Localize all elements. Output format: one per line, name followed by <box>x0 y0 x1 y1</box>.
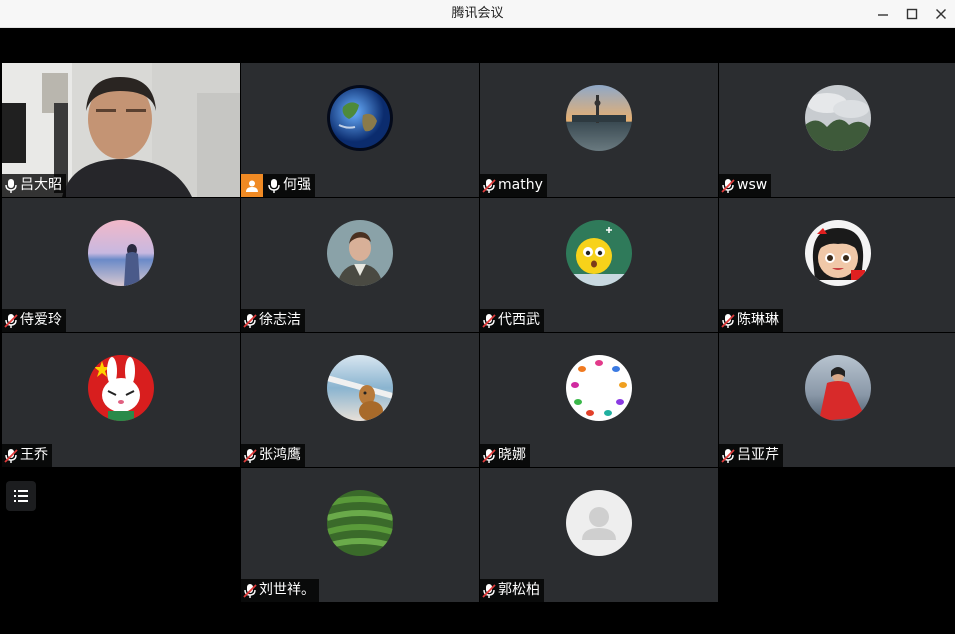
meeting-window: 腾讯会议 吕大昭 何强 mathy wsw 侍爱玲 徐志洁 代西武 陈琳琳 王乔… <box>0 0 955 634</box>
participant-avatar <box>88 220 154 286</box>
participant-tile-4[interactable]: 侍爱玲 <box>2 198 240 332</box>
woman-red-scarf-avatar-image <box>805 355 871 421</box>
participant-namebar: wsw <box>719 174 772 197</box>
microphone-muted-icon <box>721 448 735 463</box>
butterfly-ring-avatar-image <box>566 355 632 421</box>
close-icon <box>936 9 946 19</box>
participant-name: 王乔 <box>20 447 48 463</box>
participant-avatar <box>566 85 632 151</box>
participant-avatar <box>566 355 632 421</box>
participant-name: 晓娜 <box>498 447 526 463</box>
participant-name: 侍爱玲 <box>20 312 62 328</box>
participant-tile-2[interactable]: mathy <box>480 63 718 197</box>
participant-namebar: 晓娜 <box>480 444 530 467</box>
participant-avatar <box>327 85 393 151</box>
microphone-muted-icon <box>4 448 18 463</box>
host-person-icon <box>246 180 258 192</box>
participant-tile-5[interactable]: 徐志洁 <box>241 198 479 332</box>
participant-tile-13[interactable]: 郭松柏 <box>480 468 718 602</box>
participant-name: 张鸿鹰 <box>259 447 301 463</box>
participant-tile-12[interactable]: 刘世祥。 <box>241 468 479 602</box>
maximize-icon <box>906 8 918 20</box>
participant-name: wsw <box>737 177 768 193</box>
participant-tile-11[interactable]: 吕亚芹 <box>719 333 955 467</box>
microphone-icon <box>268 178 280 193</box>
city-sunset-avatar-image <box>566 85 632 151</box>
participant-avatar <box>805 220 871 286</box>
participant-avatar <box>805 85 871 151</box>
microphone-muted-icon <box>243 313 257 328</box>
participant-name: 徐志洁 <box>259 312 301 328</box>
microphone-muted-icon <box>482 313 496 328</box>
microphone-muted-icon <box>721 178 735 193</box>
participant-tile-1[interactable]: 何强 <box>241 63 479 197</box>
mountain-clouds-avatar-image <box>805 85 871 151</box>
tea-field-avatar-image <box>327 490 393 556</box>
participant-namebar: 徐志洁 <box>241 309 305 332</box>
microphone-muted-icon <box>482 448 496 463</box>
maximize-button[interactable] <box>899 4 925 24</box>
participant-name: 吕大昭 <box>20 177 62 193</box>
participant-avatar <box>327 220 393 286</box>
microphone-icon <box>5 178 17 193</box>
participant-name: mathy <box>498 177 543 193</box>
rabbit-flag-avatar-image <box>88 355 154 421</box>
participant-tile-8[interactable]: 王乔 <box>2 333 240 467</box>
participant-name: 吕亚芹 <box>737 447 779 463</box>
participant-tile-6[interactable]: 代西武 <box>480 198 718 332</box>
title-bar: 腾讯会议 <box>0 0 955 28</box>
participant-avatar <box>805 355 871 421</box>
man-suit-avatar-image <box>327 220 393 286</box>
window-title: 腾讯会议 <box>451 6 504 21</box>
participant-name: 陈琳琳 <box>737 312 779 328</box>
minimize-button[interactable] <box>870 4 896 24</box>
participant-tile-10[interactable]: 晓娜 <box>480 333 718 467</box>
participant-namebar: 郭松柏 <box>480 579 544 602</box>
microphone-muted-icon <box>4 313 18 328</box>
participant-avatar <box>566 490 632 556</box>
participant-name: 何强 <box>283 177 311 193</box>
cartoon-girl-avatar-image <box>805 220 871 286</box>
participant-namebar: 陈琳琳 <box>719 309 783 332</box>
participant-namebar: mathy <box>480 174 547 197</box>
earth-avatar-image <box>327 85 393 151</box>
participant-tile-7[interactable]: 陈琳琳 <box>719 198 955 332</box>
participant-namebar: 代西武 <box>480 309 544 332</box>
video-grid: 吕大昭 何强 mathy wsw 侍爱玲 徐志洁 代西武 陈琳琳 王乔 张鸿鹰 … <box>0 29 955 634</box>
beach-girl-avatar-image <box>88 220 154 286</box>
participant-namebar: 吕亚芹 <box>719 444 783 467</box>
microphone-muted-icon <box>721 313 735 328</box>
microphone-muted-icon <box>482 583 496 598</box>
participant-namebar: 何强 <box>241 174 315 197</box>
microphone-muted-icon <box>243 583 257 598</box>
participant-avatar <box>566 220 632 286</box>
list-icon <box>14 490 28 502</box>
microphone-muted-icon <box>482 178 496 193</box>
default-person-avatar-image <box>566 490 632 556</box>
participant-namebar: 侍爱玲 <box>2 309 66 332</box>
participant-tile-9[interactable]: 张鸿鹰 <box>241 333 479 467</box>
participant-namebar: 刘世祥。 <box>241 579 319 602</box>
participant-namebar: 张鸿鹰 <box>241 444 305 467</box>
participant-tile-3[interactable]: wsw <box>719 63 955 197</box>
dog-boat-avatar-image <box>327 355 393 421</box>
close-button[interactable] <box>928 4 954 24</box>
participant-namebar: 王乔 <box>2 444 52 467</box>
microphone-muted-icon <box>243 448 257 463</box>
participant-name: 郭松柏 <box>498 582 540 598</box>
participant-name: 代西武 <box>498 312 540 328</box>
participant-tile-0[interactable]: 吕大昭 <box>2 63 240 197</box>
participant-list-button[interactable] <box>6 481 36 511</box>
participant-avatar <box>88 355 154 421</box>
participant-name: 刘世祥。 <box>259 582 315 598</box>
participant-avatar <box>327 490 393 556</box>
participant-avatar <box>327 355 393 421</box>
host-badge <box>241 174 263 197</box>
emoji-blackboard-avatar-image <box>566 220 632 286</box>
participant-namebar: 吕大昭 <box>2 174 66 197</box>
minimize-icon <box>878 14 888 16</box>
